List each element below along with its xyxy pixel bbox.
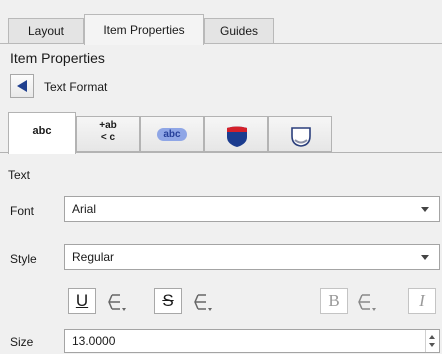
tab-layout-label: Layout (27, 24, 65, 38)
style-label: Style (10, 252, 37, 266)
back-button[interactable] (10, 74, 34, 98)
format-tab-formatting[interactable]: +ab < c (76, 116, 140, 152)
spin-down-icon[interactable] (429, 343, 435, 347)
tab-item-properties[interactable]: Item Properties (84, 14, 204, 45)
dock-tab-bar: Layout Item Properties Guides (0, 0, 442, 45)
panel-title: Item Properties (10, 50, 105, 66)
buffer-tab-icon: abc (141, 126, 203, 141)
section-title: Text (8, 168, 31, 182)
formatting-tab-icon-top: +ab (99, 120, 117, 131)
font-label: Font (10, 204, 35, 218)
back-label: Text Format (44, 80, 108, 94)
back-arrow-icon (17, 80, 27, 92)
data-defined-override-icon[interactable] (190, 290, 216, 314)
spin-buttons[interactable] (425, 330, 439, 352)
formatting-tab-icon-bottom: < c (100, 132, 116, 143)
size-spinbox[interactable]: 13.0000 (64, 329, 440, 353)
format-tab-text[interactable]: abc (8, 112, 76, 154)
strikeout-button[interactable]: S (154, 288, 182, 314)
style-combobox[interactable]: Regular (64, 244, 440, 270)
style-value: Regular (72, 250, 115, 264)
underline-button[interactable]: U (68, 288, 96, 314)
data-defined-override-icon[interactable] (104, 290, 130, 314)
tab-layout[interactable]: Layout (8, 18, 84, 44)
font-combobox[interactable]: Arial (64, 196, 440, 222)
tab-item-properties-label: Item Properties (103, 23, 185, 37)
chevron-down-icon (421, 255, 429, 260)
format-tab-buffer[interactable]: abc (140, 116, 204, 152)
format-tab-background[interactable] (204, 116, 268, 152)
text-tab-icon: abc (32, 125, 52, 137)
bold-button[interactable]: B (320, 288, 348, 314)
font-value: Arial (72, 202, 97, 216)
shield-icon (227, 126, 247, 147)
spin-up-icon[interactable] (429, 335, 435, 339)
data-defined-override-icon[interactable] (354, 290, 380, 314)
tab-guides-label: Guides (219, 24, 259, 38)
size-value: 13.0000 (72, 334, 116, 348)
chevron-down-icon (421, 207, 429, 212)
format-tab-shadow[interactable] (268, 116, 332, 152)
tab-divider (0, 43, 442, 44)
shadow-icon (291, 127, 311, 147)
tab-guides[interactable]: Guides (204, 18, 274, 44)
italic-button[interactable]: I (408, 288, 436, 314)
size-label: Size (10, 335, 34, 349)
buffer-tab-label: abc (157, 128, 187, 141)
